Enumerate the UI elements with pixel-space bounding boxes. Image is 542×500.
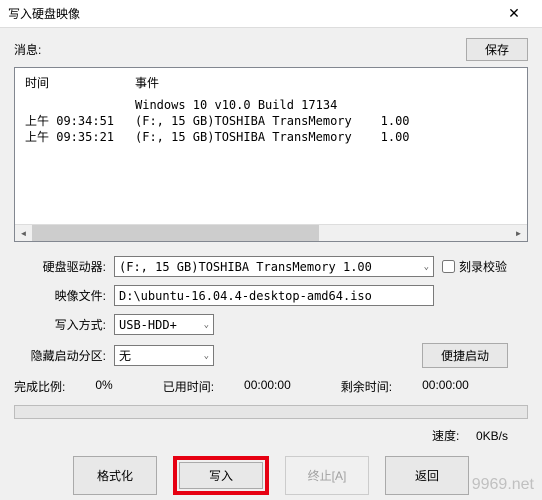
quick-boot-button[interactable]: 便捷启动 — [422, 343, 508, 368]
message-label: 消息: — [14, 41, 41, 58]
verify-label: 刻录校验 — [459, 258, 507, 275]
verify-checkbox-wrap[interactable]: 刻录校验 — [442, 258, 507, 275]
progress-wrap — [14, 405, 528, 419]
image-row: 映像文件: — [14, 285, 528, 306]
event-row: 上午 09:34:51(F:, 15 GB)TOSHIBA TransMemor… — [25, 113, 517, 129]
stats-row: 完成比例: 0% 已用时间: 00:00:00 剩余时间: 00:00:00 — [14, 378, 528, 395]
chevron-down-icon: ⌄ — [204, 351, 209, 361]
progress-bar — [14, 405, 528, 419]
header-time: 时间 — [25, 74, 135, 91]
content-area: 消息: 保存 时间 事件 Windows 10 v10.0 Build 1713… — [0, 28, 542, 500]
method-select[interactable]: USB-HDD+ ⌄ — [114, 314, 214, 335]
drive-row: 硬盘驱动器: (F:, 15 GB)TOSHIBA TransMemory 1.… — [14, 256, 528, 277]
hidden-label: 隐藏启动分区: — [14, 347, 114, 364]
header-event: 事件 — [135, 74, 517, 91]
event-log-inner[interactable]: 时间 事件 Windows 10 v10.0 Build 17134 上午 09… — [15, 68, 527, 226]
scroll-right-arrow[interactable]: ► — [510, 225, 527, 242]
speed-value: 0KB/s — [476, 429, 508, 443]
image-label: 映像文件: — [14, 287, 114, 304]
message-row: 消息: 保存 — [14, 38, 528, 61]
close-button[interactable]: ✕ — [494, 2, 534, 26]
back-button[interactable]: 返回 — [385, 456, 469, 495]
complete-value: 0% — [95, 378, 112, 395]
scroll-track[interactable] — [32, 225, 510, 241]
hidden-row: 隐藏启动分区: 无 ⌄ 便捷启动 — [14, 343, 528, 368]
method-label: 写入方式: — [14, 316, 114, 333]
remain-label: 剩余时间: — [341, 378, 392, 395]
horizontal-scrollbar[interactable]: ◄ ► — [15, 224, 527, 241]
titlebar: 写入硬盘映像 ✕ — [0, 0, 542, 28]
event-row: 上午 09:35:21(F:, 15 GB)TOSHIBA TransMemor… — [25, 129, 517, 145]
window-title: 写入硬盘映像 — [8, 5, 80, 22]
verify-checkbox[interactable] — [442, 260, 455, 273]
event-row: Windows 10 v10.0 Build 17134 — [25, 97, 517, 113]
remain-value: 00:00:00 — [422, 378, 469, 395]
write-highlight: 写入 — [173, 456, 269, 495]
event-header: 时间 事件 — [25, 74, 517, 91]
close-icon: ✕ — [508, 5, 520, 22]
event-log: 时间 事件 Windows 10 v10.0 Build 17134 上午 09… — [14, 67, 528, 242]
drive-select[interactable]: (F:, 15 GB)TOSHIBA TransMemory 1.00 ⌄ — [114, 256, 434, 277]
elapsed-value: 00:00:00 — [244, 378, 291, 395]
save-button[interactable]: 保存 — [466, 38, 528, 61]
complete-label: 完成比例: — [14, 378, 65, 395]
elapsed-label: 已用时间: — [163, 378, 214, 395]
chevron-down-icon: ⌄ — [204, 320, 209, 330]
drive-label: 硬盘驱动器: — [14, 258, 114, 275]
hidden-select[interactable]: 无 ⌄ — [114, 345, 214, 366]
speed-row: 速度: 0KB/s — [14, 427, 508, 444]
button-row: 格式化 写入 终止[A] 返回 — [14, 456, 528, 495]
form-section: 硬盘驱动器: (F:, 15 GB)TOSHIBA TransMemory 1.… — [14, 256, 528, 495]
speed-label: 速度: — [432, 429, 459, 443]
write-button[interactable]: 写入 — [179, 462, 263, 489]
scroll-left-arrow[interactable]: ◄ — [15, 225, 32, 242]
abort-button: 终止[A] — [285, 456, 369, 495]
format-button[interactable]: 格式化 — [73, 456, 157, 495]
method-row: 写入方式: USB-HDD+ ⌄ — [14, 314, 528, 335]
image-file-input[interactable] — [114, 285, 434, 306]
chevron-down-icon: ⌄ — [424, 262, 429, 272]
scroll-thumb[interactable] — [32, 225, 319, 242]
